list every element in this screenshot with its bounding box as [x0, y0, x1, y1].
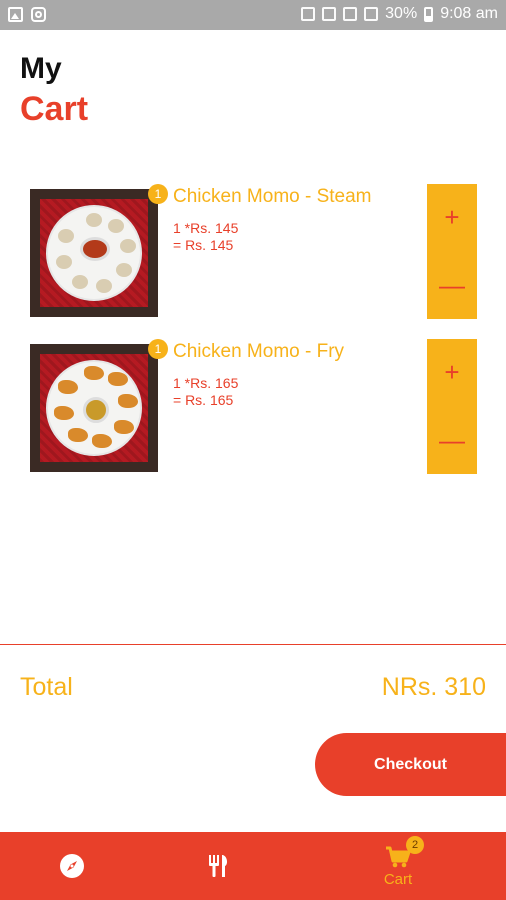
item-name: Chicken Momo - Fry	[173, 341, 345, 362]
signal-icon	[364, 7, 379, 21]
nav-cart-label: Cart	[383, 870, 413, 888]
battery-percent: 30%	[385, 5, 418, 22]
gallery-notification-icon	[8, 7, 23, 22]
cart-count-badge: 2	[406, 836, 424, 854]
nav-cart[interactable]: 2 Cart	[368, 832, 428, 900]
decrease-quantity-button[interactable]: —	[427, 407, 477, 474]
no-sim-icon	[301, 7, 316, 21]
quantity-stepper: + —	[427, 184, 477, 319]
item-qty-badge: 1	[148, 184, 168, 204]
wifi-icon	[343, 7, 358, 21]
cart-item: 1 Chicken Momo - Fry 1 *Rs. 165 = Rs. 16…	[0, 339, 506, 475]
decrease-quantity-button[interactable]: —	[427, 252, 477, 319]
increase-quantity-button[interactable]: +	[427, 184, 477, 251]
item-image-fried-momo	[30, 344, 158, 472]
item-price: 1 *Rs. 145 = Rs. 145	[173, 220, 238, 254]
instagram-notification-icon	[31, 7, 46, 22]
checkout-button[interactable]: Checkout	[315, 733, 506, 796]
divider	[0, 644, 506, 645]
compass-icon	[60, 854, 84, 878]
quantity-stepper: + —	[427, 339, 477, 474]
item-name: Chicken Momo - Steam	[173, 186, 372, 207]
clock: 9:08 am	[440, 5, 498, 22]
page-title-cart: Cart	[20, 90, 89, 128]
battery-icon	[424, 6, 434, 22]
fork-knife-icon	[209, 855, 228, 877]
mute-icon	[322, 7, 337, 21]
status-bar: 30% 9:08 am	[0, 0, 506, 30]
item-line-total: = Rs. 145	[173, 237, 234, 253]
item-price: 1 *Rs. 165 = Rs. 165	[173, 375, 238, 409]
item-line-total: = Rs. 165	[173, 392, 234, 408]
item-unit-price: 1 *Rs. 165	[173, 375, 239, 391]
item-unit-price: 1 *Rs. 145	[173, 220, 239, 236]
item-qty-badge: 1	[148, 339, 168, 359]
page-title-my: My	[20, 52, 62, 85]
bottom-navigation: 2 Cart	[0, 832, 506, 900]
item-image-steam-momo	[30, 189, 158, 317]
nav-menu[interactable]	[188, 832, 248, 900]
total-label: Total	[20, 673, 73, 701]
increase-quantity-button[interactable]: +	[427, 339, 477, 406]
cart-item: 1 Chicken Momo - Steam 1 *Rs. 145 = Rs. …	[0, 184, 506, 320]
total-value: NRs. 310	[381, 673, 486, 701]
nav-explore[interactable]	[42, 832, 102, 900]
